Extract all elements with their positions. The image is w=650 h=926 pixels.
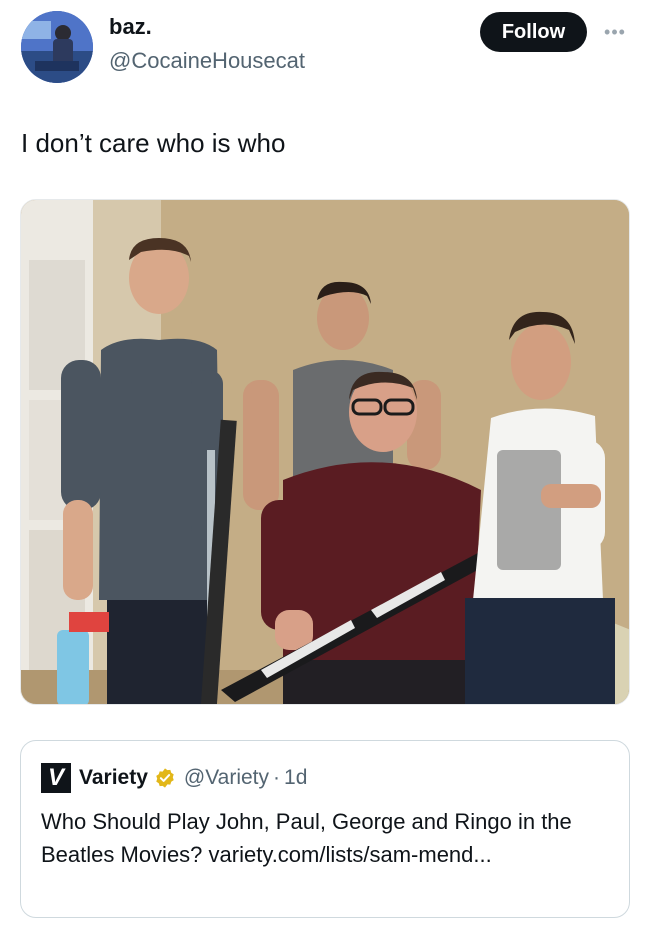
quoted-post-header: V Variety @Variety · 1d (41, 763, 307, 793)
more-options-icon[interactable]: ••• (598, 20, 632, 44)
post-text: I don’t care who is who (21, 128, 286, 158)
quoted-timestamp[interactable]: 1d (284, 766, 307, 790)
verified-gold-badge-icon (156, 768, 174, 788)
quoted-display-name[interactable]: Variety (79, 766, 148, 790)
follow-button[interactable]: Follow (480, 12, 587, 52)
display-name[interactable]: baz. (109, 14, 152, 40)
quoted-post[interactable]: V Variety @Variety · 1d Who Should Play … (20, 740, 630, 918)
avatar[interactable] (21, 11, 93, 83)
quoted-handle[interactable]: @Variety (184, 766, 269, 790)
post-header: baz. @CocaineHousecat Follow ••• (0, 0, 650, 100)
post-image[interactable] (20, 199, 630, 705)
user-handle[interactable]: @CocaineHousecat (109, 48, 305, 74)
separator-dot: · (273, 766, 281, 789)
quoted-post-text: Who Should Play John, Paul, George and R… (41, 809, 572, 867)
variety-logo-icon: V (41, 763, 71, 793)
